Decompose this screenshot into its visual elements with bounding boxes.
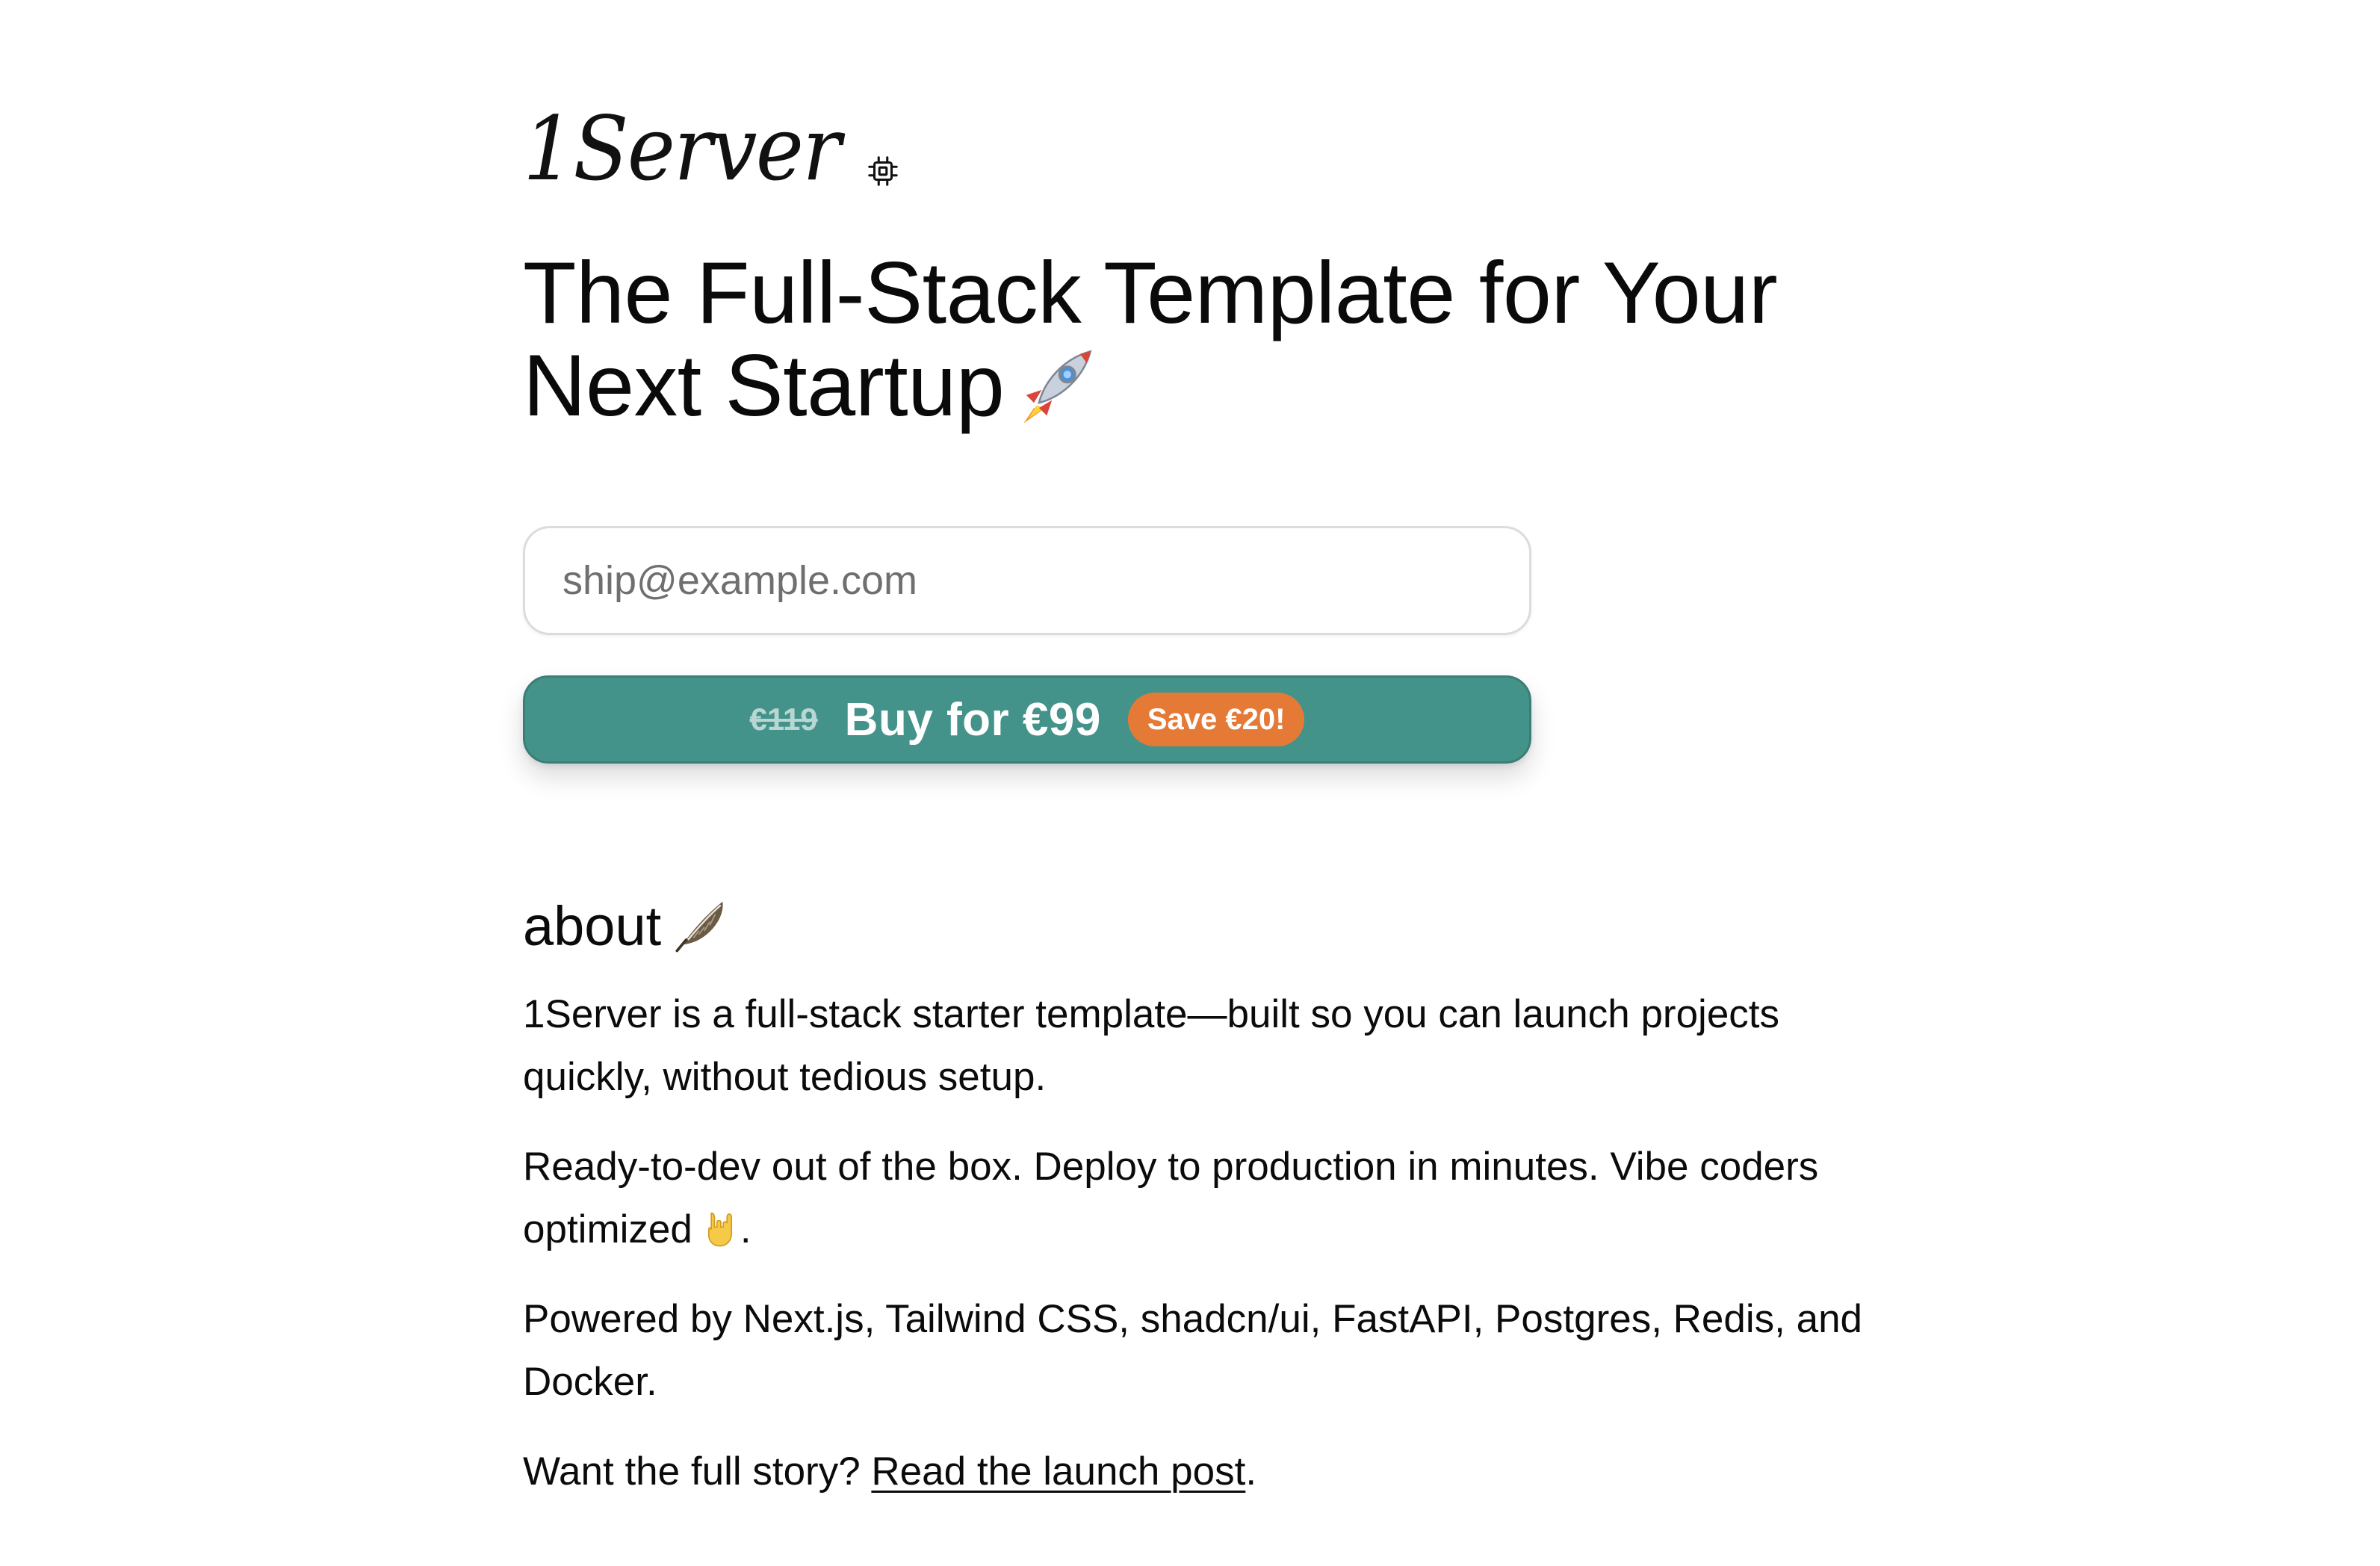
launch-post-link[interactable]: Read the launch post xyxy=(871,1449,1245,1494)
email-input[interactable] xyxy=(523,526,1531,635)
about-heading-text: about xyxy=(523,895,662,957)
about-paragraph-2-end: . xyxy=(740,1207,752,1251)
about-paragraph-4-end: . xyxy=(1245,1449,1257,1494)
about-paragraph-4: Want the full story? Read the launch pos… xyxy=(523,1440,1912,1503)
headline-line-1: The Full-Stack Template for Your xyxy=(523,244,1778,341)
headline-line-2: Next Startup xyxy=(523,339,1912,432)
buy-button-label: Buy for €99 xyxy=(844,693,1101,746)
old-price: €119 xyxy=(749,702,818,737)
about-paragraph-4-prefix: Want the full story? xyxy=(523,1449,872,1494)
about-paragraph-1: 1Server is a full-stack starter template… xyxy=(523,992,1780,1099)
logo[interactable]: 1Server xyxy=(523,88,900,193)
headline-line-2-text: Next Startup xyxy=(523,336,1005,434)
rocket-icon xyxy=(1023,350,1092,424)
about-heading: about xyxy=(523,893,730,960)
chip-icon xyxy=(868,156,898,186)
about-paragraph-2: Ready-to-dev out of the box. Deploy to p… xyxy=(523,1136,1912,1261)
about-body: 1Server is a full-stack starter template… xyxy=(523,983,1912,1530)
rock-on-hand-icon xyxy=(707,1212,732,1247)
save-badge: Save €20! xyxy=(1127,693,1305,746)
about-paragraph-3: Powered by Next.js, Tailwind CSS, shadcn… xyxy=(523,1297,1863,1404)
page-title: The Full-Stack Template for Your Next St… xyxy=(523,247,1912,432)
buy-button[interactable]: €119 Buy for €99 Save €20! xyxy=(523,675,1531,764)
logo-text: 1Server xyxy=(523,97,841,200)
feather-icon xyxy=(675,901,723,953)
